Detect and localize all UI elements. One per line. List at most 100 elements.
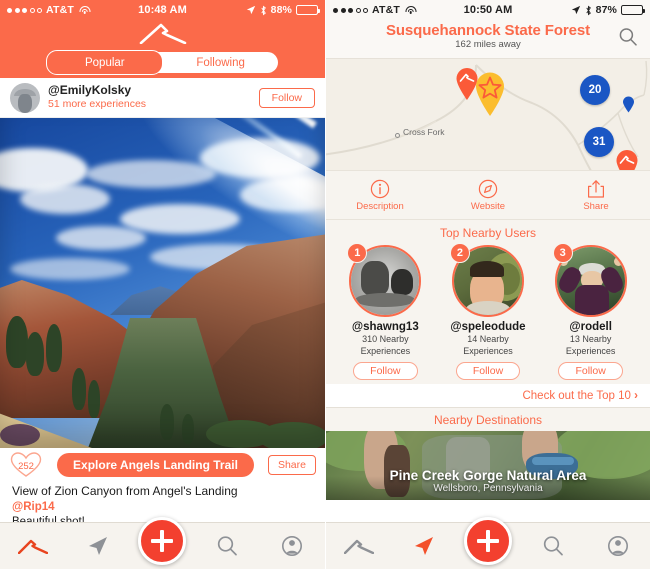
mountain-icon — [343, 539, 374, 554]
small-blue-pin[interactable] — [622, 96, 635, 113]
signal-strength-icon — [333, 7, 368, 13]
rank-badge: 2 — [449, 243, 470, 263]
description-label: Description — [356, 200, 404, 212]
person-icon — [608, 536, 629, 556]
nearby-users-list: 1 @shawng13 310 Nearby Experiences Follo… — [326, 243, 650, 380]
search-icon — [619, 28, 637, 46]
tab-feed[interactable] — [334, 528, 384, 564]
tab-profile[interactable] — [593, 528, 643, 564]
map-place-label: Cross Fork — [403, 127, 445, 137]
avatar-wrap[interactable]: 3 — [552, 243, 627, 317]
map-cluster-31[interactable]: 31 — [584, 127, 614, 157]
phone-screen-destination: AT&T 10:50 AM 87% Susquehannock State Fo — [325, 0, 650, 569]
user-handle: @speleodude — [450, 321, 526, 333]
destination-actions: Description Website Share — [326, 170, 650, 220]
destination-map[interactable]: Cross Fork 20 31 — [326, 58, 650, 170]
top-nearby-users-section: Top Nearby Users 1 @shawng13 310 Nearby — [326, 220, 650, 384]
left-header: AT&T 10:48 AM 88% Popular Following — [0, 0, 325, 78]
section-title: Top Nearby Users — [439, 226, 537, 240]
add-button[interactable] — [464, 517, 513, 565]
like-button[interactable]: 252 — [9, 451, 43, 479]
user-handle: @shawng13 — [351, 321, 419, 333]
top10-label: Check out the Top 10 — [522, 389, 631, 402]
status-bar: AT&T 10:48 AM 88% — [0, 0, 325, 20]
mountain-pin[interactable] — [615, 149, 639, 170]
tab-feed[interactable] — [8, 528, 58, 564]
share-action[interactable]: Share — [542, 171, 650, 219]
cluster-count: 31 — [592, 136, 606, 148]
follow-button[interactable]: Follow — [353, 361, 418, 380]
tab-search[interactable] — [528, 528, 578, 564]
follow-button[interactable]: Follow — [455, 361, 521, 380]
post-action-row: 252 Explore Angels Landing Trail Share — [0, 448, 325, 482]
avatar-wrap[interactable]: 2 — [449, 243, 524, 317]
user-count-suffix: Experiences — [565, 345, 616, 356]
like-count: 252 — [18, 460, 34, 472]
comment-handle[interactable]: @Rip14 — [12, 500, 313, 515]
top10-link[interactable]: Check out the Top 10 › — [326, 384, 650, 408]
segment-popular[interactable]: Popular — [46, 50, 164, 75]
distance-label: 162 miles away — [455, 39, 521, 50]
status-right: 87% — [571, 4, 645, 16]
signal-strength-icon — [7, 7, 42, 13]
wifi-icon — [79, 6, 91, 15]
tab-bar — [0, 517, 325, 569]
search-icon — [543, 536, 563, 556]
description-action[interactable]: Description — [326, 171, 434, 219]
caption-title: View of Zion Canyon from Angel's Landing — [12, 484, 238, 498]
location-arrow-icon — [246, 5, 255, 15]
bluetooth-icon — [586, 5, 591, 15]
follow-button[interactable]: Follow — [558, 361, 623, 380]
rank-badge: 3 — [552, 243, 573, 263]
mountain-icon — [17, 539, 48, 554]
status-right: 88% — [246, 4, 320, 16]
post-author-row[interactable]: @EmilyKolsky 51 more experiences Follow — [0, 78, 325, 118]
follow-button[interactable]: Follow — [258, 87, 315, 108]
website-action[interactable]: Website — [434, 171, 542, 219]
chevron-right-icon: › — [634, 389, 638, 402]
compass-icon — [478, 179, 498, 198]
tab-bar — [326, 517, 650, 569]
nearby-destinations-title: Nearby Destinations — [326, 407, 650, 431]
website-label: Website — [470, 200, 506, 212]
tab-search[interactable] — [202, 528, 252, 564]
author-experience-count: 51 more experiences — [48, 98, 147, 111]
cluster-count: 20 — [588, 84, 602, 96]
user-count: 13 Nearby — [569, 334, 612, 344]
person-icon — [282, 536, 303, 556]
user-handle: @rodell — [569, 321, 612, 333]
search-button[interactable] — [618, 27, 638, 52]
share-upload-icon — [588, 179, 604, 198]
segment-following[interactable]: Following — [163, 52, 278, 73]
tab-explore[interactable] — [399, 528, 449, 564]
phone-screen-feed: AT&T 10:48 AM 88% Popular Following @Emi… — [0, 0, 325, 569]
author-info: @EmilyKolsky 51 more experiences — [48, 83, 146, 111]
destination-header: Susquehannock State Forest 162 miles awa… — [326, 20, 650, 58]
battery-percent-label: 88% — [270, 4, 292, 16]
navigation-arrow-icon — [89, 537, 108, 555]
battery-icon — [621, 5, 645, 15]
feed-segmented-control[interactable]: Popular Following — [46, 50, 278, 75]
author-handle: @EmilyKolsky — [48, 83, 132, 98]
share-button[interactable]: Share — [267, 455, 316, 475]
explore-trail-button[interactable]: Explore Angels Landing Trail — [57, 453, 254, 477]
destination-card[interactable]: Pine Creek Gorge Natural Area Wellsboro,… — [326, 430, 650, 500]
map-cluster-20[interactable]: 20 — [580, 75, 610, 105]
tab-explore[interactable] — [73, 528, 123, 564]
info-circle-icon — [370, 179, 390, 198]
destination-location: Wellsboro, Pennsylvania — [433, 482, 543, 494]
wifi-icon — [405, 6, 417, 15]
star-pin[interactable] — [474, 71, 506, 117]
carrier-label: AT&T — [46, 4, 75, 16]
bluetooth-icon — [261, 5, 266, 15]
tab-profile[interactable] — [267, 528, 317, 564]
user-count-suffix: Experiences — [360, 345, 411, 356]
add-button[interactable] — [138, 517, 187, 565]
navigation-arrow-icon — [415, 537, 434, 555]
nearby-user-1: 1 @shawng13 310 Nearby Experiences Follo… — [339, 243, 431, 380]
post-photo[interactable] — [0, 118, 325, 448]
carrier-label: AT&T — [372, 4, 401, 16]
battery-icon — [296, 5, 320, 15]
avatar-wrap[interactable]: 1 — [347, 243, 422, 317]
avatar[interactable] — [10, 82, 40, 113]
